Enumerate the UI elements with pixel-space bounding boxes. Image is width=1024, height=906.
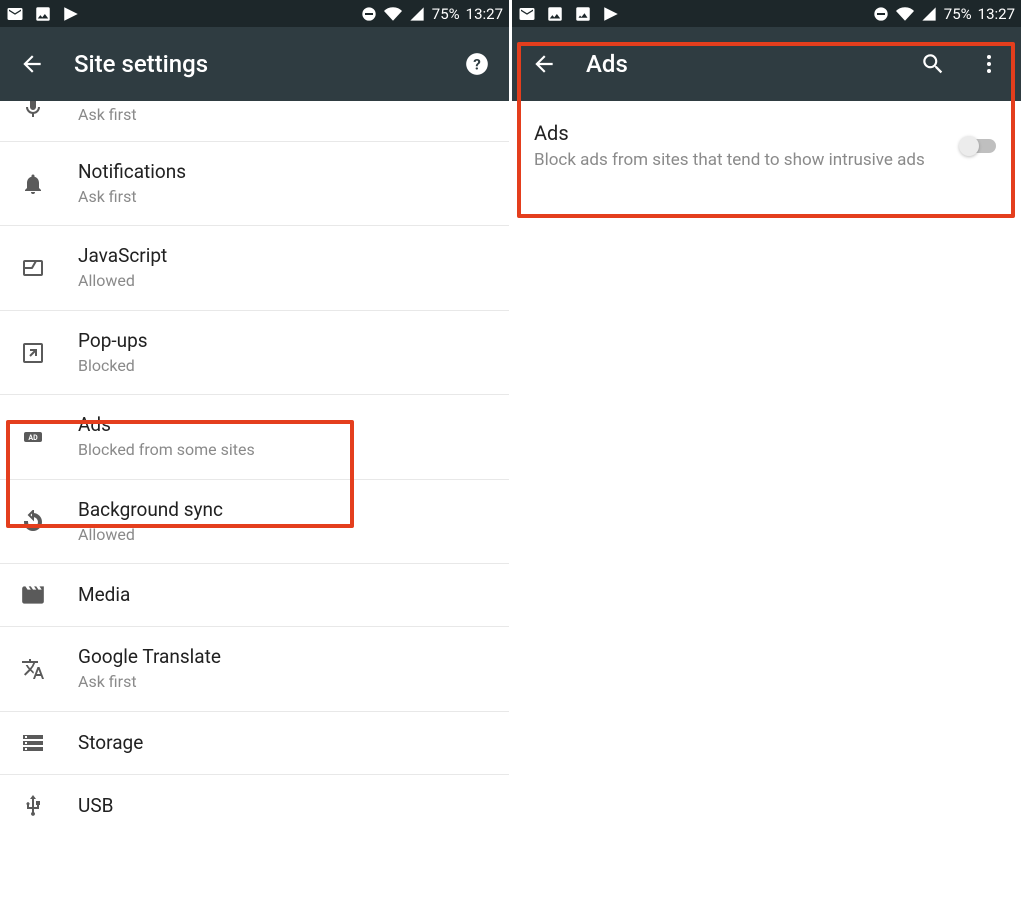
ads-toggle-row[interactable]: Ads Block ads from sites that tend to sh… (512, 101, 1021, 192)
setting-usb[interactable]: USB (0, 775, 509, 837)
item-subtitle: Ask first (78, 105, 489, 126)
item-title: Background sync (78, 498, 489, 523)
status-bar: 75% 13:27 (512, 0, 1021, 27)
mail-icon (518, 5, 536, 23)
site-settings-screen: 75% 13:27 Site settings ? Microphone Ask… (0, 0, 512, 906)
battery-text: 75% (944, 5, 972, 23)
item-subtitle: Ask first (78, 187, 489, 208)
mail-icon (6, 5, 24, 23)
help-button[interactable]: ? (463, 50, 491, 78)
ads-toggle-description: Block ads from sites that tend to show i… (534, 149, 941, 172)
signal-icon (920, 5, 938, 23)
setting-translate[interactable]: Google Translate Ask first (0, 627, 509, 711)
picture-icon (34, 5, 52, 23)
battery-text: 75% (432, 5, 460, 23)
app-bar: Site settings ? (0, 27, 509, 101)
translate-icon (20, 656, 46, 682)
svg-text:AD: AD (28, 434, 38, 442)
signal-icon (408, 5, 426, 23)
media-icon (20, 582, 46, 608)
back-button[interactable] (530, 50, 558, 78)
item-title: Storage (78, 731, 489, 756)
item-title: JavaScript (78, 244, 489, 269)
search-button[interactable] (919, 50, 947, 78)
page-title: Ads (586, 50, 891, 78)
microphone-icon (20, 101, 46, 121)
page-title: Site settings (74, 50, 435, 78)
item-title: Google Translate (78, 645, 489, 670)
item-title: Pop-ups (78, 329, 489, 354)
item-title: Notifications (78, 160, 489, 185)
item-title: Media (78, 583, 489, 608)
time-text: 13:27 (466, 5, 503, 23)
javascript-icon (20, 255, 46, 281)
item-subtitle: Allowed (78, 525, 489, 546)
usb-icon (20, 793, 46, 819)
gallery-icon (574, 5, 592, 23)
item-subtitle: Blocked (78, 356, 489, 377)
ads-icon: AD (20, 424, 46, 450)
play-icon (62, 5, 80, 23)
picture-icon (546, 5, 564, 23)
item-title: USB (78, 794, 489, 819)
storage-icon (20, 730, 46, 756)
item-title: Ads (78, 413, 489, 438)
setting-javascript[interactable]: JavaScript Allowed (0, 226, 509, 310)
setting-background-sync[interactable]: Background sync Allowed (0, 480, 509, 564)
setting-ads[interactable]: AD Ads Blocked from some sites (0, 395, 509, 479)
ads-content: Ads Block ads from sites that tend to sh… (512, 101, 1021, 906)
ads-toggle-switch[interactable] (959, 135, 999, 157)
setting-notifications[interactable]: Notifications Ask first (0, 142, 509, 226)
wifi-icon (384, 5, 402, 23)
setting-media[interactable]: Media (0, 564, 509, 627)
setting-microphone[interactable]: Microphone Ask first (0, 101, 509, 142)
overflow-menu-button[interactable] (975, 50, 1003, 78)
sync-icon (20, 509, 46, 535)
ads-settings-screen: 75% 13:27 Ads Ads Block ads from sites t… (512, 0, 1024, 906)
dnd-icon (872, 5, 890, 23)
item-subtitle: Allowed (78, 271, 489, 292)
svg-text:?: ? (473, 55, 481, 73)
item-subtitle: Blocked from some sites (78, 440, 489, 461)
time-text: 13:27 (978, 5, 1015, 23)
settings-list: Microphone Ask first Notifications Ask f… (0, 101, 509, 906)
dnd-icon (360, 5, 378, 23)
status-bar: 75% 13:27 (0, 0, 509, 27)
popup-icon (20, 340, 46, 366)
back-button[interactable] (18, 50, 46, 78)
ads-toggle-title: Ads (534, 121, 941, 145)
setting-storage[interactable]: Storage (0, 712, 509, 775)
bell-icon (20, 171, 46, 197)
setting-popups[interactable]: Pop-ups Blocked (0, 311, 509, 395)
item-subtitle: Ask first (78, 672, 489, 693)
play-icon (602, 5, 620, 23)
wifi-icon (896, 5, 914, 23)
app-bar: Ads (512, 27, 1021, 101)
